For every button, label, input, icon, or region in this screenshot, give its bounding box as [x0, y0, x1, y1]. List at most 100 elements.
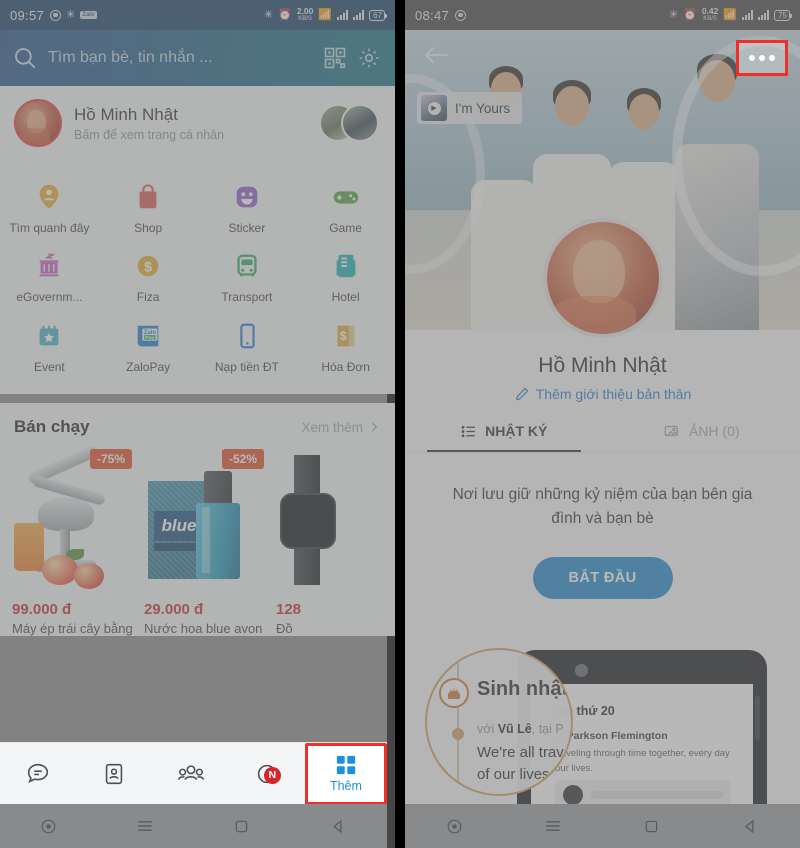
person-head — [629, 94, 659, 130]
profile-name: Hồ Minh Nhật — [74, 105, 178, 125]
app-tile-game[interactable]: Game — [296, 172, 395, 241]
story-thumb[interactable] — [341, 104, 379, 142]
product-image — [276, 445, 395, 595]
app-tile-shop[interactable]: Shop — [99, 172, 198, 241]
magnifier-overlay: Sinh nhật với Vũ Lê, tại P We're all tra… — [425, 648, 573, 796]
invoice-dollar-icon: $ — [329, 319, 363, 353]
app-tile-hoa-don[interactable]: $ Hóa Đơn — [296, 311, 395, 380]
calendar-star-icon — [32, 319, 66, 353]
play-icon: ▶ — [427, 101, 441, 115]
avatar[interactable] — [542, 218, 663, 338]
avatar[interactable] — [14, 99, 62, 147]
product-image: -75% — [12, 445, 132, 595]
product-card[interactable]: -75% 99.000 đ Máy ép trái cây bằng ta... — [12, 445, 132, 636]
group-people-icon — [177, 764, 204, 780]
see-more-label: Xem thêm — [301, 419, 363, 435]
status-time: 09:57 — [10, 7, 45, 23]
more-button[interactable] — [736, 40, 788, 76]
tab-nhat-ky[interactable]: NHẬT KÝ — [405, 422, 603, 452]
left-phone-screen: 09:57 ✳ Zalo ✳ ⏰ 2.00 KB/S 📶 67 Tìm bạn … — [0, 0, 395, 848]
app-tile-event[interactable]: Event — [0, 311, 99, 380]
best-selling-section: Bán chạy Xem thêm -75% 99.000 đ Máy ép t… — [0, 403, 395, 637]
status-right-icons: ✳ ⏰ 0.42 KB/S 📶 75 — [668, 7, 792, 23]
watch-illustration — [276, 445, 395, 595]
recent-dot-icon[interactable] — [405, 817, 504, 836]
status-left-icons — [455, 9, 467, 21]
government-building-icon — [32, 249, 66, 283]
sticker-smiley-icon — [230, 180, 264, 214]
search-bar[interactable]: Tìm bạn bè, tin nhắn ... — [0, 30, 395, 86]
see-more-link[interactable]: Xem thêm — [301, 420, 381, 435]
discount-badge: -75% — [89, 449, 132, 470]
tab-messages[interactable] — [0, 761, 76, 787]
phone-line-3: traveling through time together, every d… — [555, 748, 730, 759]
location-pin-person-icon — [32, 180, 66, 214]
app-tile-label: ZaloPay — [126, 359, 171, 374]
tab-anh[interactable]: ẢNH (0) — [603, 422, 800, 452]
back-arrow-icon[interactable] — [423, 44, 451, 66]
chat-bubble-icon — [28, 763, 49, 783]
tab-contacts[interactable] — [76, 761, 152, 787]
promo-sub-name: Vũ Lê — [497, 722, 532, 736]
product-card[interactable]: 128 Đồ — [276, 445, 395, 636]
screenshot-canvas: 09:57 ✳ Zalo ✳ ⏰ 2.00 KB/S 📶 67 Tìm bạn … — [0, 0, 800, 848]
app-tile-sticker[interactable]: Sticker — [198, 172, 297, 241]
home-square-icon[interactable] — [194, 817, 291, 836]
app-tile-hotel[interactable]: Hotel — [296, 241, 395, 310]
product-name: Nước hoa blue avon na... — [144, 621, 264, 637]
contacts-card-icon — [106, 763, 123, 784]
start-button[interactable]: BẮT ĐẦU — [532, 557, 673, 600]
menu-lines-icon[interactable] — [504, 816, 603, 836]
app-tile-label: Sticker — [228, 221, 266, 235]
back-triangle-icon[interactable] — [701, 817, 800, 836]
app-tile-label: Hóa Đơn — [321, 359, 370, 374]
app-tile-zalopay[interactable]: Zalo Pay ZaloPay — [99, 311, 198, 380]
bus-icon — [230, 249, 264, 283]
app-grid-row: Tìm quanh đây Shop Sticker Game — [0, 172, 395, 241]
music-thumbnail: ▶ — [421, 95, 447, 121]
music-title: I'm Yours — [455, 100, 511, 116]
promo-line-1: We're all trave — [477, 744, 573, 761]
recent-dot-icon[interactable] — [0, 817, 97, 836]
status-right-icons: ✳ ⏰ 2.00 KB/S 📶 67 — [264, 7, 387, 23]
app-tile-label: Hotel — [331, 290, 360, 305]
tab-groups[interactable] — [152, 761, 228, 787]
location-icon — [455, 9, 467, 21]
battery-icon: 75 — [774, 9, 792, 21]
app-grid-row: Event Zalo Pay ZaloPay Nạp tiền ĐT $ Hóa… — [0, 311, 395, 380]
location-icon — [50, 9, 62, 21]
bluetooth-icon: ✳ — [668, 8, 679, 21]
app-shortcut-grid: Tìm quanh đây Shop Sticker Game eGovernm… — [0, 160, 395, 395]
signal-2-icon — [353, 10, 365, 20]
more-dots-icon — [749, 55, 755, 61]
promo-title: Sinh nhật — [477, 678, 569, 700]
promo-sub-suffix: , tại P — [531, 722, 564, 736]
app-tile-nap-tien-dt[interactable]: Nạp tiền ĐT — [198, 311, 297, 380]
profile-row[interactable]: Hồ Minh Nhật Bấm để xem trang cá nhân — [0, 86, 395, 160]
qr-code-icon[interactable] — [323, 46, 347, 70]
add-bio-link[interactable]: Thêm giới thiệu bản thân — [405, 386, 800, 402]
app-tile-label: Event — [34, 359, 65, 374]
net-speed-unit: KB/S — [703, 16, 717, 22]
product-card[interactable]: blue -52% 29.000 đ Nước hoa blue avon na… — [144, 445, 264, 636]
status-left-icons: ✳ Zalo — [50, 9, 97, 21]
story-thumbnails[interactable] — [319, 102, 381, 144]
tab-timeline[interactable]: N — [229, 761, 305, 787]
back-triangle-icon[interactable] — [290, 817, 387, 836]
svg-text:Pay: Pay — [146, 335, 155, 341]
app-tile-tim-quanh-day[interactable]: Tìm quanh đây — [0, 172, 99, 241]
app-tile-fiza[interactable]: $ Fiza — [99, 241, 198, 310]
signal-icon — [742, 10, 754, 20]
search-input[interactable]: Tìm bạn bè, tin nhắn ... — [48, 49, 313, 67]
photos-icon — [664, 425, 678, 437]
app-tile-egovernment[interactable]: eGovernm... — [0, 241, 99, 310]
net-speed-value: 2.00 — [296, 6, 314, 16]
app-tile-transport[interactable]: Transport — [198, 241, 297, 310]
home-square-icon[interactable] — [603, 817, 702, 836]
menu-lines-icon[interactable] — [97, 816, 194, 836]
bottom-tab-bar: N Thêm — [0, 742, 388, 805]
tab-more[interactable]: Thêm — [304, 742, 388, 805]
gear-icon[interactable] — [357, 46, 381, 70]
music-chip[interactable]: ▶ I'm Yours — [417, 92, 523, 124]
net-speed-indicator: 2.00 KB/S — [297, 7, 314, 23]
